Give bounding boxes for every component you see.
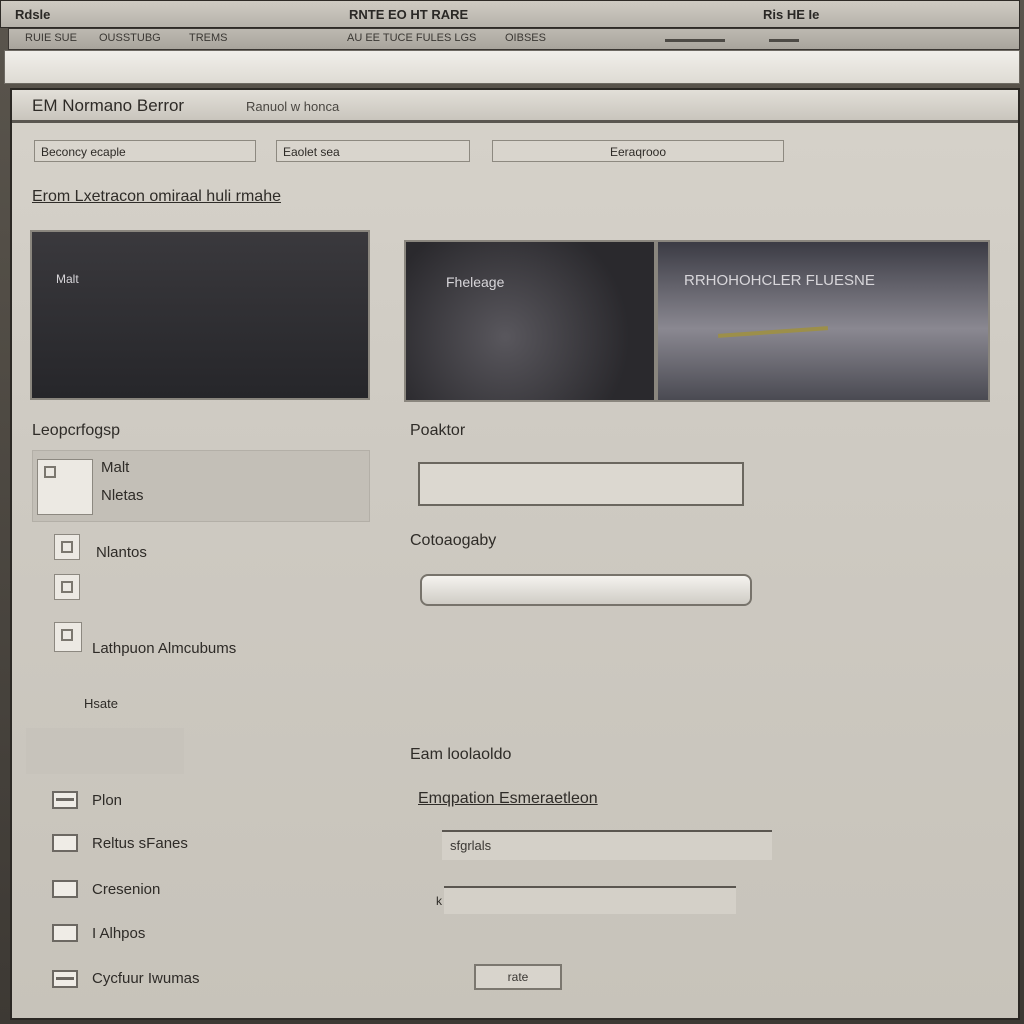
section-heading-2: Eam loolaoldo <box>410 746 512 763</box>
toolbar-item[interactable]: RUIE SUE <box>25 32 77 44</box>
list-item-title: Malt <box>101 459 130 476</box>
field-label: Poaktor <box>410 422 466 439</box>
toolbar-item[interactable]: AU EE TUCE FULES LGS <box>347 32 476 44</box>
preview-panel-3[interactable]: RRHOHOHCLER FLUESNE <box>656 240 990 402</box>
checkbox[interactable] <box>52 924 78 942</box>
panel-caption: Fheleage <box>446 274 505 290</box>
document-icon <box>37 459 93 515</box>
checkbox[interactable] <box>52 834 78 852</box>
panel-caption: Malt <box>56 272 79 286</box>
checkbox[interactable] <box>52 791 78 809</box>
checkbox-label: Reltus sFanes <box>92 835 188 852</box>
checkbox-label: Cycfuur Iwumas <box>92 970 200 987</box>
note-area <box>26 728 184 774</box>
text-field[interactable]: sfgrlals <box>442 830 772 860</box>
text-field[interactable] <box>444 886 736 914</box>
printer-icon <box>54 622 82 652</box>
toolbar-item[interactable]: OIBSES <box>505 32 546 44</box>
preview-panel-2[interactable]: Fheleage <box>404 240 656 402</box>
filter-field-3[interactable]: Eeraqrooo <box>492 140 784 162</box>
toolbar-item[interactable]: TREMS <box>189 32 228 44</box>
toolbar-divider <box>665 39 725 42</box>
checkbox[interactable] <box>52 880 78 898</box>
text-prefix: k <box>436 894 442 908</box>
address-bar[interactable] <box>4 50 1020 84</box>
filter-field-2[interactable]: Eaolet sea <box>276 140 470 162</box>
menu-item-left[interactable]: Rdsle <box>15 7 50 22</box>
section-heading: Erom Lxetracon omiraal huli rmahe <box>32 188 281 205</box>
note-text: Hsate <box>84 696 118 711</box>
window-subtitle: Ranuol w honca <box>246 99 340 114</box>
list-item-label[interactable]: Lathpuon Almcubums <box>92 640 236 657</box>
field-label: Cotoaogaby <box>410 532 497 549</box>
preview-panel-1[interactable]: Malt <box>30 230 370 400</box>
menu-item-right[interactable]: Ris HE Ie <box>763 7 819 22</box>
window-titlebar: EM Normano Berror Ranuol w honca <box>12 90 1018 123</box>
toolbar: RUIE SUE OUSSTUBG TREMS AU EE TUCE FULES… <box>8 28 1020 50</box>
panel-caption: RRHOHOHCLER FLUESNE <box>684 272 875 289</box>
window-title: EM Normano Berror <box>32 96 185 115</box>
list-item-selected[interactable]: Malt Nletas <box>32 450 370 522</box>
submit-button[interactable]: rate <box>474 964 562 990</box>
checkbox-label: I Alhpos <box>92 925 146 942</box>
toolbar-divider <box>769 39 799 42</box>
checkbox-label: Plon <box>92 792 123 809</box>
document-icon <box>54 534 80 560</box>
highlight-stroke <box>717 326 829 338</box>
list-item-label[interactable]: Nlantos <box>96 544 147 561</box>
left-heading: Leopcrfogsp <box>32 422 121 439</box>
text-input[interactable] <box>418 462 744 506</box>
dropdown-select[interactable] <box>420 574 752 606</box>
toolbar-item[interactable]: OUSSTUBG <box>99 32 161 44</box>
main-window: EM Normano Berror Ranuol w honca Beconcy… <box>10 88 1020 1020</box>
list-item-subtitle: Nletas <box>101 487 144 504</box>
link-text[interactable]: Emqpation Esmeraetleon <box>418 790 598 808</box>
checkbox[interactable] <box>52 970 78 988</box>
document-icon <box>54 574 80 600</box>
menu-bar: Rdsle RNTE EO HT RARE Ris HE Ie <box>0 0 1020 28</box>
checkbox-label: Cresenion <box>92 881 161 898</box>
menu-item-center[interactable]: RNTE EO HT RARE <box>349 7 468 22</box>
filter-field-1[interactable]: Beconcy ecaple <box>34 140 256 162</box>
